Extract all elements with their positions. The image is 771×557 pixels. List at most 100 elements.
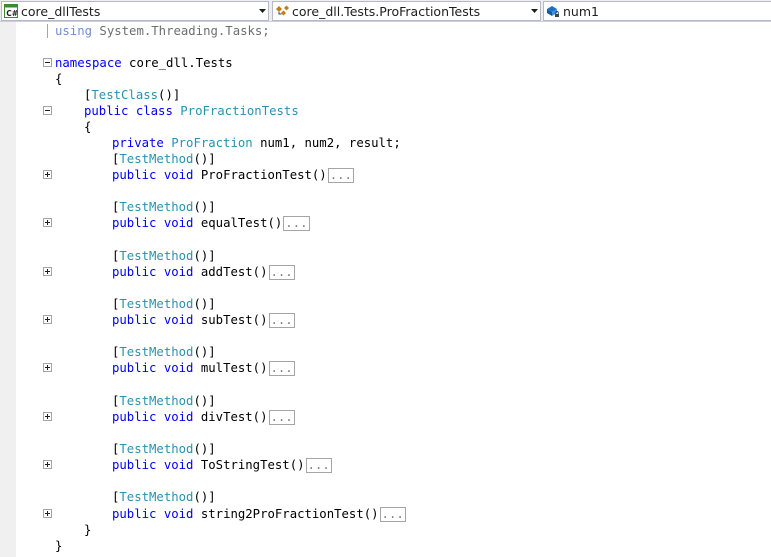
keyword-void: void (163, 313, 194, 327)
expand-icon[interactable] (43, 509, 52, 518)
code-line-method-declaration: public void mulTest()... (0, 360, 771, 376)
attribute-bracket: ()] (193, 394, 216, 408)
expand-icon[interactable] (43, 363, 52, 372)
keyword-public: public (112, 507, 157, 521)
keyword-void: void (163, 168, 194, 182)
member-dropdown[interactable]: num1 (543, 1, 771, 21)
expand-icon[interactable] (43, 170, 52, 179)
keyword-public: public (112, 410, 157, 424)
keyword-public: public (112, 265, 157, 279)
keyword-void: void (163, 410, 194, 424)
code-line-method-declaration: public void ProFractionTest()... (0, 167, 771, 183)
keyword-namespace: namespace (55, 56, 122, 70)
close-brace: } (84, 523, 92, 537)
collapsed-region-button[interactable]: ... (305, 458, 332, 473)
collapse-icon[interactable] (43, 106, 52, 115)
attribute-name: TestMethod (119, 297, 194, 311)
keyword-void: void (163, 265, 194, 279)
method-name: addTest() (193, 265, 268, 279)
attribute-bracket: ()] (193, 442, 216, 456)
expand-icon[interactable] (43, 315, 52, 324)
code-line-method-declaration: public void subTest()... (0, 312, 771, 328)
chevron-down-icon[interactable] (256, 9, 268, 13)
project-dropdown[interactable]: C# core_dllTests (1, 1, 269, 21)
code-line-method-declaration: public void divTest()... (0, 409, 771, 425)
collapsed-region-button[interactable]: ... (268, 410, 295, 425)
field-type: ProFraction (171, 136, 253, 150)
attribute-bracket: ()] (158, 88, 181, 102)
method-name: ProFractionTest() (193, 168, 327, 182)
code-editor[interactable]: using System.Threading.Tasks; namespace … (0, 22, 771, 557)
code-line-method-attribute: [TestMethod()] (0, 441, 771, 457)
attribute-bracket: ()] (193, 152, 216, 166)
keyword-using: using (55, 24, 93, 38)
namespace-name: core_dll.Tests (121, 56, 233, 70)
navigation-bar: C# core_dllTests core_dll.Tests.ProFract… (0, 0, 771, 22)
attribute-name: TestMethod (119, 152, 194, 166)
keyword-class: class (135, 104, 173, 118)
keyword-public: public (112, 313, 157, 327)
code-line-method-attribute: [TestMethod()] (0, 199, 771, 215)
class-name: ProFractionTests (180, 104, 299, 118)
chevron-down-icon[interactable] (528, 9, 540, 13)
attribute-name: TestMethod (119, 345, 194, 359)
keyword-private: private (112, 136, 164, 150)
class-dropdown-value: core_dll.Tests.ProFractionTests (292, 3, 481, 19)
collapsed-region-button[interactable]: ... (268, 361, 295, 376)
keyword-public: public (112, 168, 157, 182)
attribute-bracket: ()] (193, 200, 216, 214)
method-name: string2ProFractionTest() (193, 507, 379, 521)
code-line-method-declaration: public void equalTest()... (0, 215, 771, 231)
method-name: divTest() (193, 410, 268, 424)
attribute-name: TestMethod (119, 200, 194, 214)
method-name: equalTest() (193, 216, 283, 230)
csharp-project-icon: C# (2, 2, 20, 20)
keyword-void: void (163, 507, 194, 521)
expand-icon[interactable] (43, 460, 52, 469)
attribute-bracket: ()] (193, 490, 216, 504)
code-line-class-declaration: public class ProFractionTests (0, 103, 771, 119)
keyword-public: public (112, 458, 157, 472)
code-line-method-attribute: [TestMethod()] (0, 151, 771, 167)
keyword-void: void (163, 361, 194, 375)
code-line-fields: private ProFraction num1, num2, result; (0, 135, 771, 151)
field-names: num1, num2, result; (252, 136, 401, 150)
method-name: ToStringTest() (193, 458, 305, 472)
collapsed-region-button[interactable]: ... (283, 216, 310, 231)
keyword-void: void (163, 458, 194, 472)
code-line-brace: } (0, 538, 771, 554)
code-line-class-attribute: [TestClass()] (0, 87, 771, 103)
collapse-icon[interactable] (43, 58, 52, 67)
keyword-public: public (84, 104, 129, 118)
keyword-public: public (112, 216, 157, 230)
attribute-name: TestClass (91, 88, 159, 102)
collapsed-region-button[interactable]: ... (268, 265, 295, 280)
collapsed-region-button[interactable]: ... (379, 507, 406, 522)
expand-icon[interactable] (43, 218, 52, 227)
code-line-method-attribute: [TestMethod()] (0, 248, 771, 264)
method-name: mulTest() (193, 361, 268, 375)
keyword-void: void (163, 216, 194, 230)
expand-icon[interactable] (43, 412, 52, 421)
expand-icon[interactable] (43, 267, 52, 276)
project-dropdown-value: core_dllTests (21, 3, 101, 19)
code-line-method-declaration: public void string2ProFractionTest()... (0, 506, 771, 522)
keyword-public: public (112, 361, 157, 375)
attribute-name: TestMethod (119, 394, 194, 408)
open-brace: { (55, 72, 63, 86)
code-line-using: using System.Threading.Tasks; (0, 23, 771, 39)
collapsed-region-button[interactable]: ... (327, 168, 354, 183)
code-line-method-attribute: [TestMethod()] (0, 393, 771, 409)
code-line-brace: } (0, 522, 771, 538)
class-dropdown[interactable]: core_dll.Tests.ProFractionTests (272, 1, 541, 21)
code-area[interactable]: using System.Threading.Tasks; namespace … (0, 22, 771, 557)
attribute-name: TestMethod (119, 490, 194, 504)
code-line-method-declaration: public void ToStringTest()... (0, 457, 771, 473)
method-name: subTest() (193, 313, 268, 327)
collapsed-region-button[interactable]: ... (268, 313, 295, 328)
open-brace: { (84, 120, 92, 134)
attribute-bracket: ()] (193, 297, 216, 311)
attribute-bracket: ()] (193, 249, 216, 263)
svg-text:C#: C# (6, 9, 18, 18)
member-dropdown-value: num1 (563, 3, 599, 19)
